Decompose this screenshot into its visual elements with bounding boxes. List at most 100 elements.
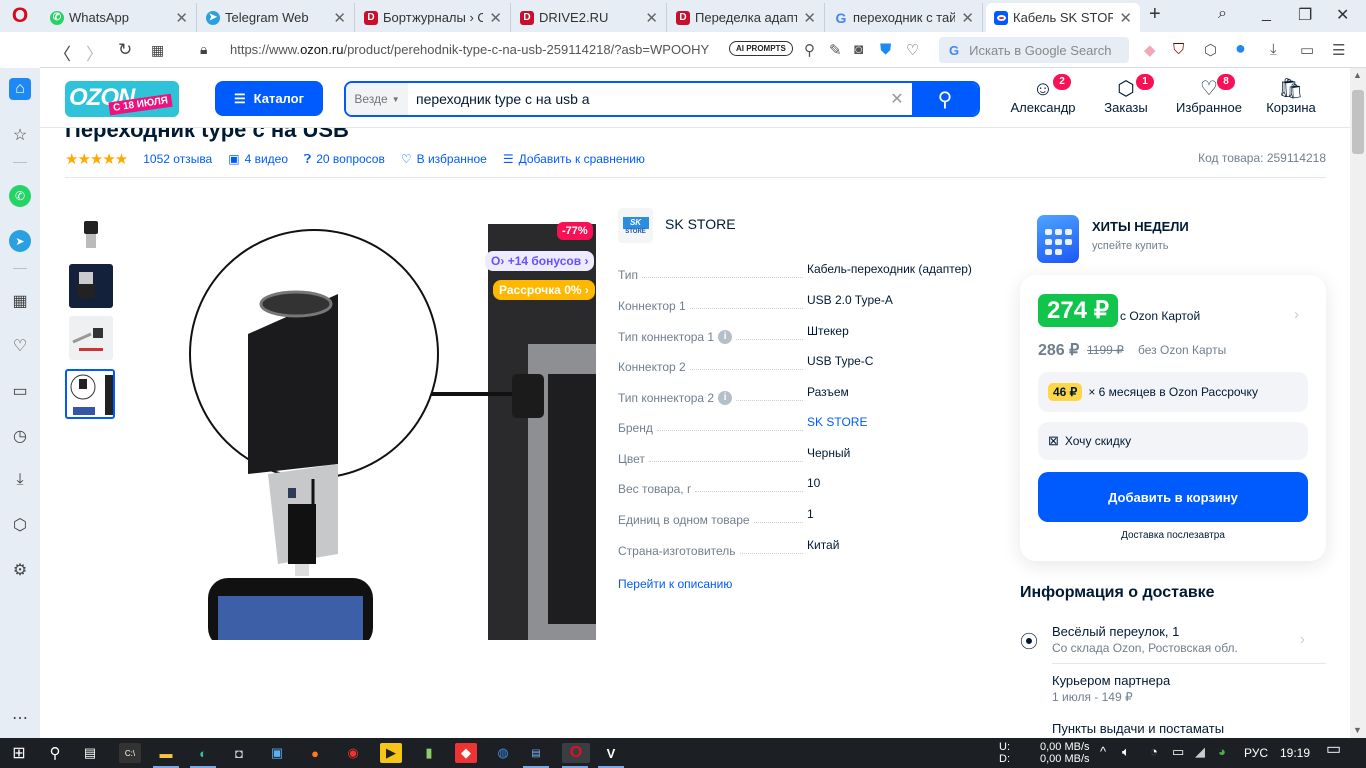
heart-icon[interactable]: ♡ (9, 335, 31, 357)
want-discount-button[interactable]: ⊠ Хочу скидку (1038, 422, 1308, 460)
videos-link[interactable]: ▣ 4 видео (228, 152, 288, 166)
tab-drive2[interactable]: D DRIVE2.RU ✕ (512, 3, 667, 32)
battery-icon[interactable]: ▭ (1172, 745, 1184, 758)
bookmark-heart-icon[interactable]: ♡ (906, 41, 919, 59)
delivery-address[interactable]: Весёлый переулок, 1 Со склада Ozon, Рост… (1052, 624, 1238, 655)
notifications-icon[interactable]: ▭ (1326, 742, 1341, 758)
restore-button[interactable]: ❐ (1298, 5, 1312, 25)
clear-search-icon[interactable]: ✕ (882, 83, 912, 115)
ai-prompts-button[interactable]: AI PROMPTS (729, 41, 793, 56)
google-search-field[interactable]: G Искать в Google Search (939, 37, 1129, 63)
seller-name[interactable]: SK STORE (665, 216, 736, 232)
tray-expand-icon[interactable]: ^ (1100, 745, 1106, 758)
tab-telegram[interactable]: ➤ Telegram Web ✕ (198, 3, 355, 32)
thunderbird-icon[interactable]: ◍ (492, 743, 514, 763)
gallery-thumbnail[interactable] (69, 264, 113, 308)
search-button[interactable]: ⚲ (912, 83, 978, 115)
chevron-right-icon[interactable]: › (1294, 306, 1299, 323)
bonus-badge[interactable]: O› +14 бонусов › (485, 251, 595, 271)
task-view-icon[interactable]: ▤ (79, 743, 101, 763)
vivaldi-red-icon[interactable]: ◉ (342, 743, 364, 763)
info-icon[interactable]: i (718, 391, 733, 405)
downloads-icon[interactable]: ⤓ (1270, 41, 1277, 58)
questions-link[interactable]: ❓︎ 20 вопросов (304, 152, 385, 167)
search-icon[interactable]: ⚲ (44, 743, 66, 763)
home-icon[interactable]: ⌂ (9, 78, 31, 100)
extensions-cube-icon[interactable]: ⬡ (9, 514, 31, 536)
app-icon[interactable]: ◘ (228, 743, 250, 763)
close-tab-icon[interactable]: ✕ (961, 9, 974, 27)
windows-start-icon[interactable]: ⊞ (8, 743, 30, 763)
media-player-icon[interactable]: ▶ (380, 743, 402, 763)
zoom-icon[interactable]: ⚲ (804, 41, 815, 59)
account-avatar-icon[interactable]: ● (1235, 38, 1246, 59)
battery-saver-icon[interactable]: ▭ (1300, 41, 1314, 59)
close-tab-icon[interactable]: ✕ (803, 9, 816, 27)
notepad-icon[interactable]: ▮ (418, 743, 440, 763)
edge-icon[interactable]: ◐ (192, 743, 214, 763)
vpn-shield-icon[interactable]: ⛊ (880, 41, 891, 58)
close-window-button[interactable]: ✕ (1336, 5, 1349, 25)
speed-dial-icon[interactable]: ▦ (9, 290, 31, 312)
close-tab-icon[interactable]: ✕ (489, 9, 502, 27)
snapshot-icon[interactable]: ◙ (854, 41, 863, 58)
firefox-icon[interactable]: ● (304, 743, 326, 763)
extension-cube-icon[interactable]: ◆ (1144, 41, 1156, 59)
forward-icon[interactable]: 〉 (86, 40, 103, 65)
rating-stars[interactable]: ★★★★★ (65, 150, 128, 168)
close-tab-icon[interactable]: ✕ (175, 9, 188, 27)
search-input[interactable] (408, 83, 882, 115)
tabs-grid-icon[interactable]: ▦ (151, 42, 164, 59)
goto-description-link[interactable]: Перейти к описанию (618, 577, 732, 591)
language-indicator[interactable]: РУС (1244, 747, 1268, 759)
vivaldi-v-icon[interactable]: V (600, 743, 622, 763)
seller-logo[interactable]: SK STORE (618, 208, 653, 243)
more-dots-icon[interactable]: ⋯ (9, 707, 31, 729)
add-favorite-link[interactable]: ♡ В избранное (401, 152, 487, 166)
ozon-logo[interactable]: OZON С 18 ИЮЛЯ (65, 81, 179, 117)
ozon-card-price[interactable]: 274 ₽ (1038, 294, 1118, 327)
cmd-icon[interactable]: C:\ (119, 743, 141, 763)
bookmarks-star-icon[interactable]: ☆ (9, 124, 31, 146)
lock-icon[interactable]: 🔒︎ (200, 41, 207, 58)
gallery-thumbnail[interactable] (69, 213, 113, 257)
brand-link[interactable]: SK STORE (807, 415, 867, 435)
info-icon[interactable]: i (718, 330, 733, 344)
history-clock-icon[interactable]: ◷ (9, 425, 31, 447)
settings-gear-icon[interactable]: ⚙ (9, 559, 31, 581)
add-to-cart-button[interactable]: Добавить в корзину (1038, 472, 1308, 522)
header-orders[interactable]: ⬡ Заказы 1 (1086, 74, 1166, 115)
page-scrollbar[interactable]: ▲ ▼ (1350, 68, 1366, 738)
pin-page-icon[interactable]: ✎ (829, 41, 842, 59)
installment-offer[interactable]: 46 ₽ × 6 месяцев в Ozon Рассрочку (1038, 372, 1308, 412)
hits-week-title[interactable]: ХИТЫ НЕДЕЛИ (1092, 219, 1189, 234)
floppy-64-icon[interactable]: ▤ (525, 743, 547, 763)
back-icon[interactable]: 〈 (54, 40, 71, 65)
catalog-button[interactable]: ☰ Каталог (215, 81, 323, 116)
gallery-thumbnail[interactable] (69, 316, 113, 360)
delivery-pickup[interactable]: Пункты выдачи и постаматы (1052, 721, 1224, 736)
close-tab-icon[interactable]: ✕ (333, 9, 346, 27)
header-cart[interactable]: 🛍︎ Корзина (1251, 78, 1331, 115)
tab-peredelka[interactable]: D Переделка адаптер ✕ (668, 3, 825, 32)
tab-whatsapp[interactable]: ✆ WhatsApp ✕ (42, 3, 197, 32)
anydesk-icon[interactable]: ◆ (455, 743, 477, 763)
header-favorites[interactable]: ♡ Избранное 8 (1169, 74, 1249, 115)
arrow-app-icon[interactable]: ◢ (1195, 745, 1205, 758)
reviews-link[interactable]: 1052 отзыва (143, 152, 212, 166)
calendar-icon[interactable] (1037, 215, 1079, 263)
opera-taskbar-icon[interactable]: O (562, 743, 590, 763)
add-compare-link[interactable]: ☰ Добавить к сравнению (503, 152, 645, 166)
wifi-icon[interactable]: ◔ (1150, 745, 1158, 758)
close-tab-icon[interactable]: ✕ (645, 9, 658, 27)
my-flow-icon[interactable]: ▭ (9, 380, 31, 402)
tab-ozon-active[interactable]: Кабель SK STORE P ✕ (986, 3, 1140, 32)
tab-bortzhurnaly[interactable]: D Бортжурналы › Ор ✕ (356, 3, 511, 32)
downloads-icon[interactable]: ⤓ (9, 469, 31, 491)
tab-google[interactable]: G переходник с тайп ✕ (826, 3, 983, 32)
scroll-up-arrow[interactable]: ▲ (1353, 70, 1362, 80)
new-tab-button[interactable]: + (1149, 3, 1161, 26)
ublock-icon[interactable]: ⛉ (1173, 41, 1184, 58)
scrollbar-thumb[interactable] (1352, 90, 1364, 154)
easy-setup-icon[interactable]: ☰ (1332, 41, 1345, 59)
